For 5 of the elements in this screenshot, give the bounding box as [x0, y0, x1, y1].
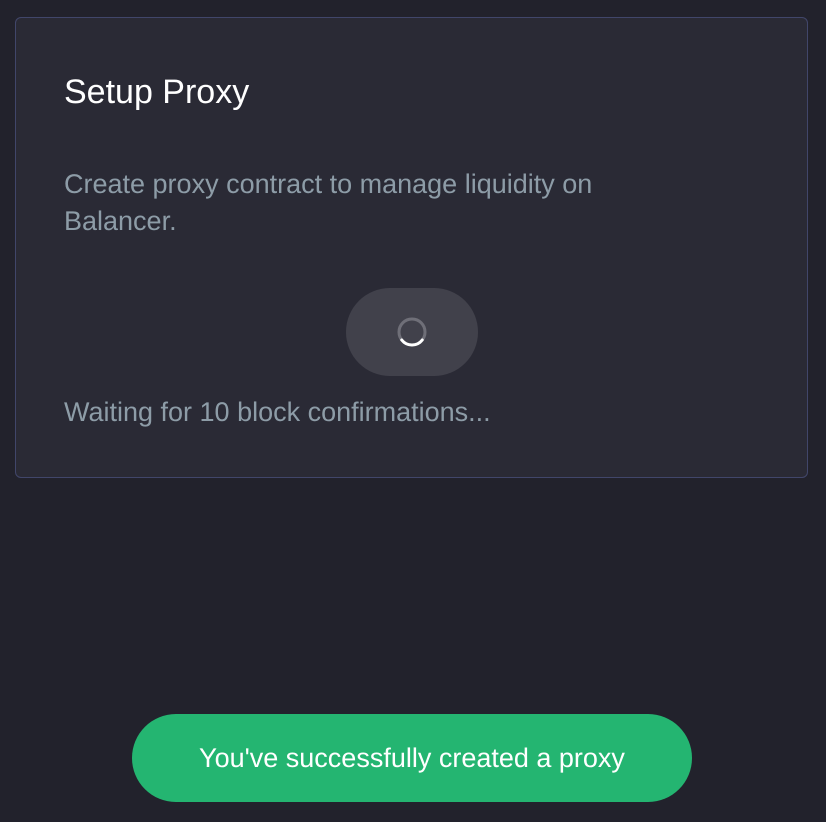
success-toast: You've successfully created a proxy	[132, 714, 692, 802]
card-title: Setup Proxy	[64, 72, 250, 112]
status-text: Waiting for 10 block confirmations...	[64, 396, 492, 429]
spinner-icon	[396, 316, 428, 348]
card-description: Create proxy contract to manage liquidity on Balancer.	[64, 168, 594, 238]
